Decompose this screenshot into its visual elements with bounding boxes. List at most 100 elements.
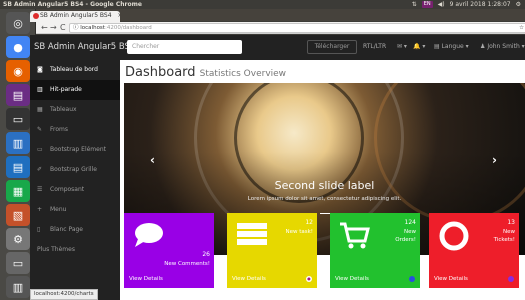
sidebar-item-label: Composant [50, 186, 85, 193]
trash-icon[interactable]: ▥ [6, 276, 30, 298]
dash-icon[interactable]: ◎ [6, 12, 30, 34]
sidebar-item-menu[interactable]: + Menu [30, 200, 120, 220]
wrench-icon: ✐ [37, 166, 43, 173]
sidebar-item-bs-grid[interactable]: ✐ Bootstrap Grille [30, 160, 120, 180]
card-body: 13 New Tickets! [429, 213, 519, 271]
card-label: New Comments! [164, 261, 210, 267]
chart-icon: ▥ [37, 86, 43, 93]
sidebar-item-label: Tableaux [50, 106, 77, 113]
user-label: John Smith ▾ [487, 43, 525, 50]
view-details-link[interactable]: View Details [227, 271, 317, 288]
sidebar-item-component[interactable]: ☰ Composant [30, 180, 120, 200]
search-input[interactable]: Chercher [127, 40, 242, 54]
language-dropdown[interactable]: ▤ Langue ▾ [434, 43, 469, 50]
url-bar[interactable]: ⓘ localhost:4200/dashboard ☆ [69, 23, 525, 33]
sidebar-item-label: Plus Thèmes [37, 246, 75, 253]
table-icon: ▦ [37, 106, 43, 113]
view-details-link[interactable]: View Details [429, 271, 519, 288]
file-icon: ▯ [37, 226, 41, 233]
carousel-prev-icon[interactable]: ‹ [150, 153, 155, 167]
sidebar-item-label: Bootstrap Grille [50, 166, 97, 173]
sidebar-item-label: Tableau de bord [50, 66, 98, 73]
sidebar-item-more-themes[interactable]: Plus Thèmes [30, 240, 120, 260]
card-label: New Tickets! [493, 229, 515, 243]
rtl-toggle[interactable]: RTL/LTR [363, 43, 386, 50]
sidebar-item-charts[interactable]: ▥ Hit-parade [30, 80, 120, 100]
status-bar-url: localhost:4200/charts [30, 289, 98, 300]
sidebar-item-forms[interactable]: ✎ Froms [30, 120, 120, 140]
terminal-icon[interactable]: ▭ [6, 108, 30, 130]
slide-title: Second slide label [274, 179, 375, 192]
browser-tab[interactable]: SB Admin Angular5 BS4 × [30, 11, 120, 22]
sidebar-item-label: Hit-parade [50, 86, 82, 93]
stat-card-tasks: 12 New task! View Details ● [227, 213, 317, 300]
drive-icon[interactable]: ▭ [6, 252, 30, 274]
view-details-link[interactable]: View Details [124, 271, 214, 288]
app-icon[interactable]: ▤ [6, 84, 30, 106]
sidebar-item-label: Froms [50, 126, 68, 133]
brand[interactable]: SB Admin Angular5 BS4 [34, 42, 135, 52]
sidebar-item-bs-element[interactable]: ▭ Bootstrap Elément [30, 140, 120, 160]
favicon-icon [33, 13, 39, 19]
url-host: localhost [80, 25, 105, 31]
system-tray: ⇅ EN ◀) 9 avril 2018 1:28:07 ⚙ [412, 0, 521, 9]
sidebar: ◙ Tableau de bord ▥ Hit-parade ▦ Tableaux ✎… [30, 60, 120, 300]
sidebar-item-label: Bootstrap Elément [50, 146, 106, 153]
card-count: 26 [202, 251, 210, 258]
files-icon[interactable]: ▥ [6, 132, 30, 154]
sidebar-item-tables[interactable]: ▦ Tableaux [30, 100, 120, 120]
firefox-icon[interactable]: ◉ [6, 60, 30, 82]
reload-icon[interactable]: C [60, 22, 66, 34]
tab-title: SB Admin Angular5 BS4 [40, 12, 112, 19]
back-icon[interactable]: ← [41, 22, 48, 34]
page-subtitle: Statistics Overview [199, 69, 287, 79]
network-icon[interactable]: ⇅ [412, 0, 417, 9]
language-label: Langue ▾ [441, 43, 469, 50]
volume-icon[interactable]: ◀) [438, 0, 445, 9]
writer-icon[interactable]: ▤ [6, 156, 30, 178]
settings-icon[interactable]: ⚙ [6, 228, 30, 250]
user-dropdown[interactable]: ♟ John Smith ▾ [480, 43, 525, 50]
arrow-circle-icon[interactable]: ● [508, 276, 514, 282]
sidebar-item-label: Menu [50, 206, 67, 213]
calc-icon[interactable]: ▦ [6, 180, 30, 202]
os-top-bar: SB Admin Angular5 BS4 - Google Chrome ⇅ … [0, 0, 525, 9]
desktop-icon: ▭ [37, 146, 43, 153]
sidebar-item-dashboard[interactable]: ◙ Tableau de bord [30, 60, 120, 80]
stat-card-orders: 124 New Orders! View Details ● [330, 213, 420, 300]
card-count: 12 [305, 219, 313, 226]
notifications-dropdown[interactable]: 🔔 ▾ [413, 43, 425, 50]
card-body: 26 New Comments! [124, 213, 214, 271]
list-icon: ☰ [37, 186, 43, 193]
card-count: 13 [507, 219, 515, 226]
power-icon[interactable]: ⚙ [516, 0, 521, 9]
support-icon [439, 221, 469, 251]
clock[interactable]: 9 avril 2018 1:28:07 [450, 0, 511, 9]
cart-icon [340, 222, 370, 249]
chrome-icon[interactable]: ● [6, 36, 30, 58]
tab-close-icon[interactable]: × [117, 12, 120, 19]
sidebar-item-label: Blanc Page [50, 226, 83, 233]
bookmark-star-icon[interactable]: ☆ [519, 24, 524, 33]
view-details-link[interactable]: View Details [330, 271, 420, 288]
window-title: SB Admin Angular5 BS4 - Google Chrome [3, 1, 142, 8]
site-info-icon[interactable]: ⓘ [73, 25, 79, 31]
download-button[interactable]: Télécharger [307, 40, 357, 54]
comments-icon [135, 223, 163, 247]
page-title-text: Dashboard [125, 65, 196, 80]
messages-dropdown[interactable]: ✉ ▾ [397, 43, 407, 50]
card-label: New Orders! [395, 229, 416, 243]
carousel-next-icon[interactable]: › [492, 153, 497, 167]
keyboard-layout-badge[interactable]: EN [421, 1, 433, 8]
plus-icon: + [37, 206, 43, 213]
card-count: 124 [404, 219, 416, 226]
sidebar-item-blank-page[interactable]: ▯ Blanc Page [30, 220, 120, 240]
arrow-circle-icon[interactable]: ● [409, 276, 415, 282]
forward-icon[interactable]: → [50, 22, 57, 34]
app-navbar: SB Admin Angular5 BS4 Chercher Télécharg… [30, 35, 525, 60]
card-body: 124 New Orders! [330, 213, 420, 271]
arrow-circle-icon[interactable]: ● [306, 276, 312, 282]
impress-icon[interactable]: ▧ [6, 204, 30, 226]
page-title: Dashboard Statistics Overview [125, 65, 286, 80]
tasks-icon [237, 223, 267, 245]
